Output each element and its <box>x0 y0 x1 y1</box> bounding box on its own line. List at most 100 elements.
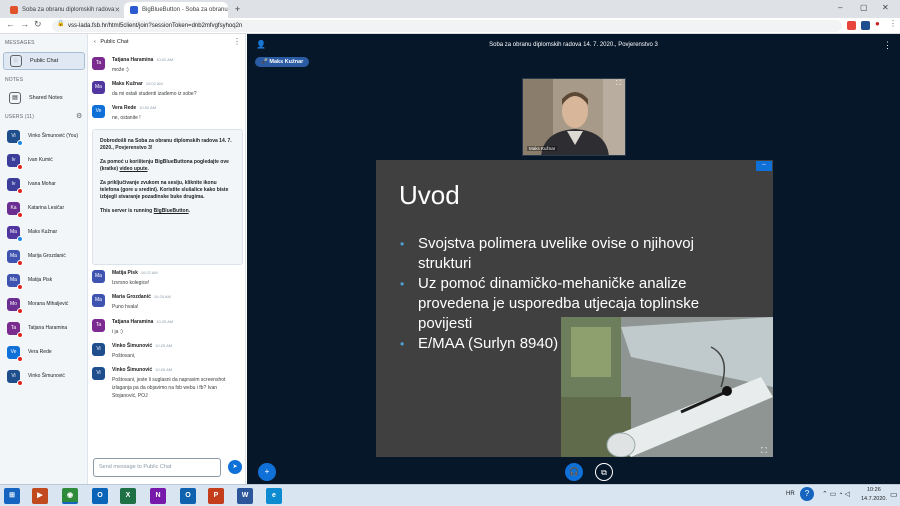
outlook-icon[interactable]: O <box>92 488 108 504</box>
minimize-presentation-icon[interactable]: – <box>756 161 772 171</box>
user-item[interactable]: Ma Matija Pisk <box>0 268 88 292</box>
message-author: Matija Pisk <box>112 270 138 276</box>
close-window-button[interactable]: ✕ <box>882 3 889 12</box>
notes-heading: NOTES <box>5 77 24 83</box>
user-item[interactable]: Ma Maks Kužnar <box>0 220 88 244</box>
screen-share-button[interactable]: ⧉ <box>595 463 613 481</box>
messages-heading: MESSAGES <box>5 40 35 46</box>
screen-share-icon: ⧉ <box>601 468 607 477</box>
public-chat-item[interactable]: ◌ Public Chat <box>3 52 85 70</box>
lock-icon[interactable]: 🔒 <box>57 20 64 27</box>
video-guide-link[interactable]: video upute <box>119 166 147 172</box>
chat-header[interactable]: ‹ Public Chat <box>94 39 129 45</box>
user-settings-gear-icon[interactable]: ⚙ <box>76 112 82 120</box>
back-icon[interactable]: ← <box>6 19 15 29</box>
user-item[interactable]: Vi Vinko Šimunović <box>0 364 88 388</box>
user-item[interactable]: Iv Ivan Kumić <box>0 148 88 172</box>
extension-icon[interactable] <box>847 21 856 30</box>
fullscreen-icon[interactable]: ⛶ <box>616 80 621 88</box>
outlook-2-icon[interactable]: O <box>180 488 196 504</box>
avatar: Ta <box>92 57 105 70</box>
user-item[interactable]: Ve Vera Rede <box>0 340 88 364</box>
webcam-name-label: Maks Kužnar <box>527 146 558 151</box>
avatar: Ma <box>7 273 23 290</box>
chat-message: Ve Vera Rede 10:02 AM ne, ostanite ! <box>92 105 242 125</box>
shared-notes-label: Shared Notes <box>29 95 63 101</box>
tray-icons[interactable]: ⌃ ▭ ◔ ◁ <box>822 490 850 498</box>
user-item[interactable]: Ka Katarina Lesičar <box>0 196 88 220</box>
chat-message-input[interactable]: Send message to Public Chat <box>93 458 221 477</box>
clock-date[interactable]: 14.7.2020. <box>861 496 887 502</box>
user-list-sidebar: MESSAGES NOTES ▤ Shared Notes USERS (11)… <box>0 34 88 484</box>
clock-time[interactable]: 10:26 <box>867 487 881 493</box>
fullscreen-slide-icon[interactable]: ⛶ <box>761 446 767 456</box>
user-item[interactable]: Ma Marija Grozdanić <box>0 244 88 268</box>
user-name: Marija Grozdanić <box>28 253 66 259</box>
avatar: Mo <box>7 297 23 314</box>
message-time: 10:22 AM <box>140 270 158 275</box>
message-text: Izvrsno kolegice! <box>112 280 150 286</box>
media-player-icon[interactable]: ▶ <box>32 488 48 504</box>
url-field[interactable]: vss-lada.fsb.hr/html5client/join?session… <box>52 20 842 32</box>
tab-title: BigBlueButton - Soba za obranu <box>142 7 228 13</box>
presentation-area: 👤 Soba za obranu diplomskih radova 14. 7… <box>247 34 900 484</box>
tab-close-icon[interactable]: ✕ <box>114 6 120 14</box>
user-name: Katarina Lesičar <box>28 205 65 211</box>
notifications-icon[interactable]: ▭ <box>890 490 898 499</box>
user-item[interactable]: Ta Tatjana Haramina <box>0 316 88 340</box>
send-button[interactable]: ➤ <box>228 460 242 474</box>
options-menu-icon[interactable]: ⋮ <box>883 40 892 51</box>
edge-icon[interactable]: e <box>266 488 282 504</box>
user-name: Ivan Kumić <box>28 157 53 163</box>
maximize-button[interactable]: ▢ <box>860 3 868 12</box>
onenote-icon[interactable]: N <box>150 488 166 504</box>
headphones-icon: 🎧 <box>569 467 579 476</box>
webcam-video[interactable]: Maks Kužnar ⛶ <box>522 78 626 156</box>
message-time: 10:02 AM <box>145 81 163 86</box>
excel-icon[interactable]: X <box>120 488 136 504</box>
public-chat-label: Public Chat <box>30 58 59 64</box>
profile-icon[interactable]: ● <box>875 19 880 28</box>
chat-message: Ta Tatjana Haramina 10:25 AM i ja :) <box>92 319 242 339</box>
help-icon[interactable]: ? <box>800 487 814 501</box>
presenter-badge: 🎤 Maks Kužnar <box>255 57 310 67</box>
message-text: i ja :) <box>112 329 123 335</box>
user-name: Morana Mihaljević <box>28 301 69 307</box>
start-button[interactable]: ⊞ <box>4 488 20 504</box>
chat-message: Vi Vinko Šimunović 10:25 AM Poštovani, <box>92 343 242 363</box>
user-name: Ivana Mohar <box>28 181 56 187</box>
chat-options-icon[interactable]: ⋮ <box>233 37 241 46</box>
minimize-button[interactable]: – <box>838 3 842 12</box>
audio-button[interactable]: 🎧 <box>565 463 583 481</box>
message-text: Poštovani, jeste li suglasni da napravim… <box>112 377 226 399</box>
shared-notes-item[interactable]: ▤ Shared Notes <box>3 89 85 107</box>
browser-menu-icon[interactable]: ⋮ <box>889 19 897 28</box>
bullet-icon: • <box>400 237 405 251</box>
extension-icon[interactable] <box>861 21 870 30</box>
powerpoint-icon[interactable]: P <box>208 488 224 504</box>
avatar: Vi <box>7 369 23 386</box>
avatar: Ma <box>92 294 105 307</box>
new-tab-button[interactable]: + <box>232 4 243 15</box>
chevron-left-icon[interactable]: ‹ <box>94 39 96 45</box>
message-text: Poštovani, <box>112 353 136 359</box>
reload-icon[interactable]: ↻ <box>34 19 42 30</box>
word-icon[interactable]: W <box>237 488 253 504</box>
actions-plus-button[interactable]: + <box>258 463 276 481</box>
language-indicator[interactable]: HR <box>786 491 795 497</box>
browser-tab-1[interactable]: Soba za obranu diplomskih radova ✕ <box>4 2 122 18</box>
chrome-icon[interactable]: ◉ <box>62 488 78 504</box>
slide-photo <box>561 317 773 457</box>
message-author: Maria Grozdanić <box>112 294 151 300</box>
forward-icon[interactable]: → <box>20 19 29 29</box>
user-item[interactable]: Mo Morana Mihaljević <box>0 292 88 316</box>
user-item[interactable]: Vi Vinko Šimunović (You) <box>0 124 88 148</box>
user-item[interactable]: Iv Ivana Mohar <box>0 172 88 196</box>
browser-tab-2[interactable]: BigBlueButton - Soba za obranu ✕ <box>124 2 228 18</box>
chat-panel: ‹ Public Chat ⋮ Ta Tatjana Haramina 10:02… <box>88 34 246 484</box>
message-author: Maks Kužnar <box>112 81 143 87</box>
user-name: Vera Rede <box>28 349 52 355</box>
tab-favicon-icon <box>10 6 18 14</box>
users-heading: USERS (11) <box>5 114 35 120</box>
bigbluebutton-link[interactable]: BigBlueButton <box>154 208 189 214</box>
